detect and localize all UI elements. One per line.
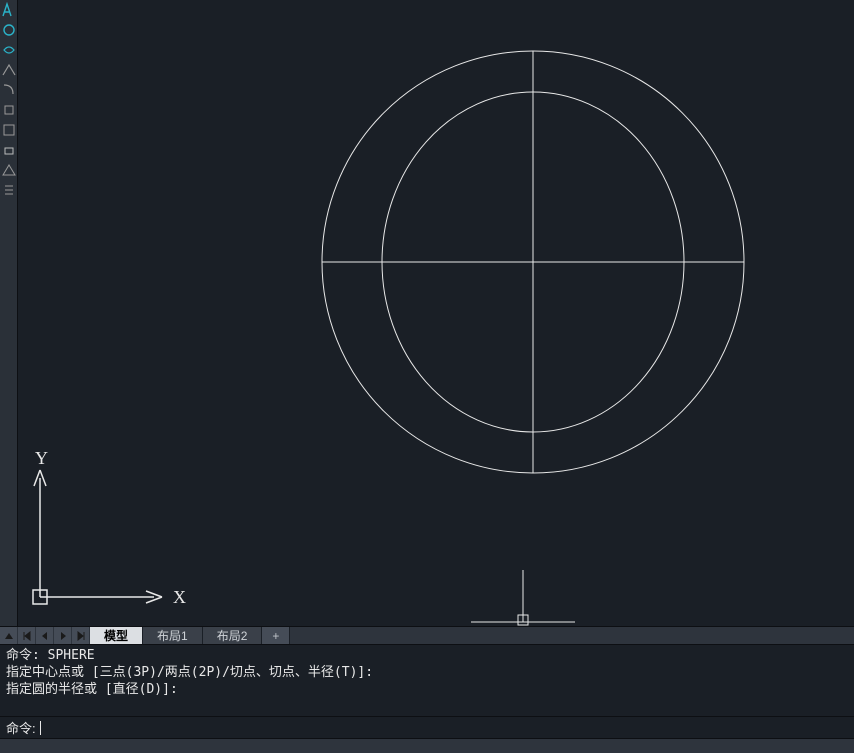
history-line-3: 指定圆的半径或 [直径(D)]: — [6, 682, 178, 697]
layout-tabbar: 模型 布局1 布局2 + — [0, 626, 854, 644]
text-cursor — [40, 721, 41, 735]
next-tab-button[interactable] — [54, 627, 72, 645]
tool-icon-4[interactable] — [1, 62, 17, 78]
tool-icon-8[interactable] — [1, 142, 17, 158]
history-line-1: 命令: SPHERE — [6, 648, 95, 663]
app-root: X Y 模型 布局1 布局2 + 命令: SPHERE 指定中心点或 — [0, 0, 854, 753]
ucs-x-label: X — [173, 587, 186, 607]
ucs-y-label: Y — [35, 448, 48, 468]
tab-add[interactable]: + — [262, 627, 290, 645]
tool-icon-10[interactable] — [1, 182, 17, 198]
tab-nav — [0, 627, 90, 644]
command-prompt-label: 命令: — [6, 718, 36, 737]
last-tab-button[interactable] — [72, 627, 90, 645]
tab-model[interactable]: 模型 — [90, 627, 143, 645]
first-tab-button[interactable] — [18, 627, 36, 645]
tool-icon-5[interactable] — [1, 82, 17, 98]
tool-icon-3[interactable] — [1, 42, 17, 58]
tool-icon-2[interactable] — [1, 22, 17, 38]
tool-palette — [0, 0, 18, 626]
scroll-up-button[interactable] — [0, 627, 18, 645]
command-history: 命令: SPHERE 指定中心点或 [三点(3P)/两点(2P)/切点、切点、半… — [0, 644, 854, 706]
history-line-2: 指定中心点或 [三点(3P)/两点(2P)/切点、切点、半径(T)]: — [6, 665, 373, 680]
tool-icon-1[interactable] — [1, 2, 17, 18]
status-bar — [0, 738, 854, 753]
command-input-row[interactable]: 命令: — [0, 716, 854, 738]
tab-layout1[interactable]: 布局1 — [143, 627, 203, 645]
tool-icon-6[interactable] — [1, 102, 17, 118]
tool-icon-7[interactable] — [1, 122, 17, 138]
tab-layout2[interactable]: 布局2 — [203, 627, 263, 645]
prev-tab-button[interactable] — [36, 627, 54, 645]
tool-icon-9[interactable] — [1, 162, 17, 178]
drawing-canvas[interactable]: X Y — [18, 0, 854, 626]
